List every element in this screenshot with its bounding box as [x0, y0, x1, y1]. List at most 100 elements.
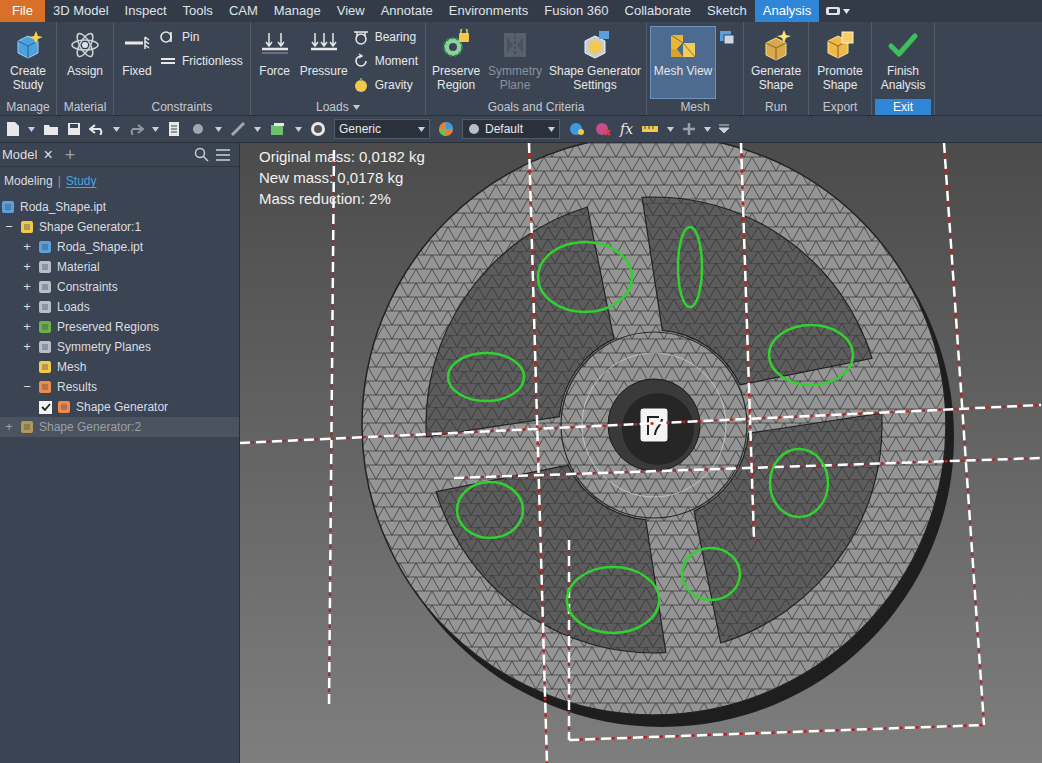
parameters-button[interactable]: fx [620, 119, 633, 140]
browser-tab[interactable]: Study [66, 172, 97, 190]
ribbon-group-label: Loads [254, 99, 422, 115]
menu-tab[interactable]: 3D Model [45, 0, 117, 22]
origin-glyph [648, 417, 662, 435]
menu-tab[interactable]: Collaborate [617, 0, 700, 22]
tree-node-icon [0, 199, 16, 215]
menu-tab[interactable]: Analysis [755, 0, 819, 22]
ribbon-button[interactable]: Mesh View [650, 26, 716, 99]
finish-check-icon [887, 29, 919, 61]
tree-item[interactable]: Shape Generator [0, 397, 239, 417]
tree-item[interactable]: Roda_Shape.ipt [0, 197, 239, 217]
material-dropdown[interactable]: Generic [334, 119, 430, 139]
plus-tool-icon[interactable] [682, 122, 696, 136]
tree-item[interactable]: +Symmetry Planes [0, 337, 239, 357]
dropdown-arrow-icon [215, 127, 222, 132]
tree-item[interactable]: +Constraints [0, 277, 239, 297]
close-browser-button[interactable]: × [43, 147, 52, 163]
ribbon-button[interactable]: Assign [60, 26, 110, 99]
tree-label: Shape Generator:2 [39, 418, 141, 436]
ribbon-small-button[interactable]: Frictionless [159, 52, 243, 70]
undo-icon[interactable] [89, 123, 105, 135]
tree-expander[interactable]: + [21, 300, 33, 314]
customize-icon[interactable] [719, 123, 729, 135]
open-folder-icon[interactable] [43, 122, 59, 136]
symmetry-plane-line [944, 143, 984, 725]
ribbon-button[interactable]: Pressure [298, 26, 350, 99]
tree-expander[interactable]: + [3, 420, 15, 434]
browser-tab[interactable]: Modeling [4, 172, 53, 190]
dropdown-arrow-icon [667, 127, 674, 132]
tree-checkbox[interactable] [39, 401, 52, 414]
tree-item[interactable]: −Results [0, 377, 239, 397]
search-icon[interactable] [194, 147, 209, 162]
graphics-viewport[interactable]: Original mass: 0,0182 kgNew mass: 0,0178… [240, 143, 1042, 763]
adjust-appearance-icon[interactable] [568, 121, 586, 137]
menu-icon[interactable] [215, 148, 231, 162]
wheel-mesh-model[interactable] [240, 143, 1041, 763]
tree-expander[interactable]: + [21, 280, 33, 294]
ribbon-button[interactable]: Symmetry Plane [485, 26, 545, 99]
dropdown-arrow-icon [295, 127, 302, 132]
tree-expander[interactable]: + [21, 320, 33, 334]
measure-tool-icon[interactable] [641, 122, 659, 136]
tree-label: Roda_Shape.ipt [57, 238, 143, 256]
tree-item[interactable]: + Roda_Shape.ipt [0, 237, 239, 257]
menu-tab[interactable]: Fusion 360 [536, 0, 616, 22]
shape-generator-settings-icon [579, 29, 611, 61]
menu-tab[interactable]: Annotate [373, 0, 441, 22]
tree-item[interactable]: +Material [0, 257, 239, 277]
ribbon-small-button[interactable]: Bearing [352, 28, 418, 46]
menu-tab[interactable]: Inspect [117, 0, 175, 22]
tree-item[interactable]: +Preserved Regions [0, 317, 239, 337]
ribbon-button[interactable]: Generate Shape [747, 26, 805, 99]
measure-icon[interactable] [230, 121, 246, 137]
print-icon[interactable] [167, 121, 181, 137]
color-wheel-icon[interactable] [438, 121, 454, 137]
tree-expander[interactable]: − [3, 220, 15, 234]
highlight-ellipse [538, 242, 632, 312]
tree-item[interactable]: +Loads [0, 297, 239, 317]
extra-tab-dropdown[interactable] [819, 0, 856, 22]
menu-tab[interactable]: Tools [175, 0, 221, 22]
save-icon[interactable] [67, 122, 81, 136]
tree-expander[interactable]: − [21, 380, 33, 394]
ribbon-small-button[interactable]: Pin [159, 28, 243, 46]
dropdown-arrow-icon[interactable] [353, 105, 360, 110]
tree-expander[interactable]: + [21, 240, 33, 254]
redo-icon[interactable] [128, 123, 144, 135]
ribbon-button[interactable]: Shape Generator Settings [547, 26, 643, 99]
ribbon-button[interactable]: Finish Analysis [875, 26, 931, 99]
menu-tab[interactable]: View [329, 0, 373, 22]
tree-expander[interactable]: + [21, 340, 33, 354]
tree-item[interactable]: −Shape Generator:1 [0, 217, 239, 237]
new-file-icon[interactable] [6, 121, 20, 137]
add-browser-button[interactable]: + [65, 147, 76, 163]
menu-tab[interactable]: CAM [221, 0, 266, 22]
file-menu-tab[interactable]: File [0, 0, 45, 22]
menu-tab[interactable]: Manage [266, 0, 329, 22]
ribbon-button[interactable]: Preserve Region [429, 26, 483, 99]
clear-appearance-icon[interactable] [594, 121, 612, 137]
update-icon[interactable] [269, 121, 287, 137]
ribbon-small-button[interactable] [718, 28, 736, 46]
appearance-dropdown[interactable]: Default [462, 119, 560, 139]
dropdown-arrow-icon [704, 127, 711, 132]
ribbon-small-button[interactable]: Moment [352, 52, 418, 70]
tree-expander[interactable]: + [21, 260, 33, 274]
ribbon-group: Preserve RegionSymmetry PlaneShape Gener… [426, 22, 647, 115]
ribbon-small-stack [718, 26, 740, 46]
ribbon-button[interactable]: Create Study [3, 26, 53, 99]
menu-tab[interactable]: Environments [441, 0, 536, 22]
mesh-settings-icon [718, 28, 736, 46]
bearing-icon [352, 28, 370, 46]
tree-item[interactable]: Mesh [0, 357, 239, 377]
ribbon-button[interactable]: Promote Shape [812, 26, 868, 99]
menu-tab[interactable]: Sketch [699, 0, 755, 22]
ribbon-small-button[interactable]: Gravity [352, 76, 418, 94]
material-ball-icon[interactable] [310, 121, 326, 137]
ribbon-button[interactable]: Fixed [117, 26, 157, 99]
tree-node-icon [37, 379, 53, 395]
select-icon[interactable] [189, 123, 207, 135]
ribbon-button[interactable]: Force [254, 26, 296, 99]
tree-item[interactable]: + Shape Generator:2 [0, 417, 239, 437]
